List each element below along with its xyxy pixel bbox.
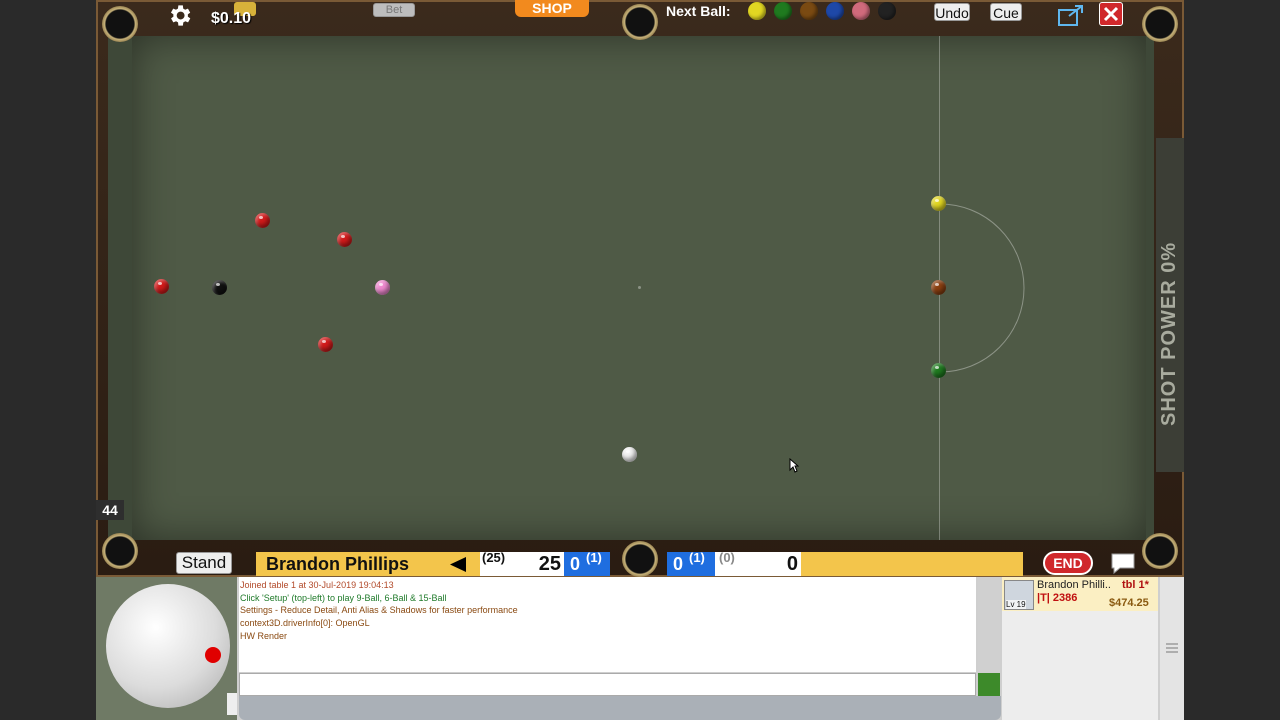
player-list-scrollbar[interactable] bbox=[1160, 577, 1184, 720]
red-ball bbox=[154, 279, 169, 294]
spin-panel-scroll-handle[interactable] bbox=[227, 693, 237, 715]
player2-bar bbox=[801, 552, 1023, 576]
mouse-cursor-icon bbox=[789, 458, 799, 473]
player2-break: (0) bbox=[719, 550, 735, 565]
player-level: Lv 19 bbox=[1006, 600, 1026, 609]
next-ball-label: Next Ball: bbox=[666, 3, 731, 19]
stand-button[interactable]: Stand bbox=[176, 552, 232, 574]
shot-power-meter[interactable]: SHOT POWER 0% bbox=[1156, 138, 1184, 472]
pink-ball bbox=[375, 280, 390, 295]
player-list: Lv 19 Brandon Philli.. tbl 1* |T| 2386 $… bbox=[1002, 577, 1158, 720]
player-card[interactable]: Lv 19 Brandon Philli.. tbl 1* |T| 2386 $… bbox=[1002, 577, 1158, 611]
yellow-ball bbox=[931, 196, 946, 211]
player2-frames-box: 0 (1) bbox=[667, 550, 715, 576]
player2-frames-paren: (1) bbox=[689, 550, 705, 565]
shot-counter: 44 bbox=[96, 500, 124, 520]
shop-button[interactable]: SHOP bbox=[515, 0, 589, 17]
spin-aim-dot[interactable] bbox=[205, 647, 221, 663]
spin-cue-ball[interactable] bbox=[106, 584, 230, 708]
player1-bar: Brandon Phillips bbox=[256, 552, 480, 576]
chat-line: Joined table 1 at 30-Jul-2019 19:04:13 bbox=[240, 580, 394, 590]
player1-name: Brandon Phillips bbox=[266, 554, 410, 574]
snooker-game-window: $0.10 Bet SHOP Next Ball: Undo Cue SHOT … bbox=[96, 0, 1184, 720]
next-ball-list bbox=[740, 2, 896, 20]
player-card-money: $474.25 bbox=[1109, 597, 1149, 609]
red-ball bbox=[255, 213, 270, 228]
player2-score-box: (0) 0 bbox=[715, 550, 801, 576]
chat-footer bbox=[239, 696, 1001, 720]
chat-input[interactable] bbox=[239, 673, 976, 696]
money-balance: $0.10 bbox=[211, 10, 252, 27]
popout-window-icon[interactable] bbox=[1057, 4, 1085, 28]
player-card-table: tbl 1* bbox=[1122, 579, 1149, 591]
player1-frames: 0 bbox=[570, 554, 581, 574]
scoreboard: Stand Brandon Phillips (25) 25 0 (1) 0 (… bbox=[96, 548, 1184, 576]
green-ball bbox=[931, 363, 946, 378]
left-cushion bbox=[108, 36, 132, 540]
player1-frames-paren: (1) bbox=[586, 550, 602, 565]
bottom-panel: Joined table 1 at 30-Jul-2019 19:04:13 C… bbox=[96, 577, 1184, 720]
avatar: Lv 19 bbox=[1004, 580, 1034, 610]
next-ball-pink bbox=[852, 2, 870, 20]
red-ball bbox=[337, 232, 352, 247]
next-ball-brown bbox=[800, 2, 818, 20]
player1-score-box: (25) 25 bbox=[480, 550, 564, 576]
drag-handle-icon[interactable] bbox=[1165, 641, 1179, 655]
chat-bubble-icon[interactable] bbox=[1109, 551, 1137, 575]
chat-send-button[interactable] bbox=[978, 673, 1000, 696]
close-button[interactable] bbox=[1099, 2, 1123, 26]
next-ball-black bbox=[878, 2, 896, 20]
chat-scrollbar[interactable] bbox=[978, 577, 1000, 672]
player1-score: 25 bbox=[538, 553, 561, 575]
player-card-rank: |T| 2386 bbox=[1037, 592, 1078, 604]
end-button[interactable]: END bbox=[1043, 551, 1093, 575]
player2-score: 0 bbox=[786, 553, 798, 575]
chat-line: Settings - Reduce Detail, Anti Alias & S… bbox=[240, 605, 518, 616]
chat-line: Click 'Setup' (top-left) to play 9-Ball,… bbox=[240, 592, 447, 603]
cue-button[interactable]: Cue bbox=[990, 3, 1022, 21]
top-toolbar: $0.10 Bet SHOP Next Ball: Undo Cue bbox=[96, 0, 1184, 30]
turn-arrow-icon bbox=[450, 557, 466, 572]
close-icon bbox=[1103, 6, 1119, 22]
player1-frames-box: 0 (1) bbox=[564, 550, 610, 576]
gear-icon[interactable] bbox=[166, 2, 193, 29]
shot-power-label: SHOT POWER 0% bbox=[1158, 241, 1180, 426]
undo-button[interactable]: Undo bbox=[934, 3, 970, 21]
brown-ball bbox=[931, 280, 946, 295]
chat-line: context3D.driverInfo[0]: OpenGL bbox=[240, 618, 370, 629]
next-ball-blue bbox=[826, 2, 844, 20]
black-ball bbox=[212, 280, 227, 295]
chat-log: Joined table 1 at 30-Jul-2019 19:04:13 C… bbox=[239, 577, 976, 672]
bet-button[interactable]: Bet bbox=[373, 3, 415, 17]
next-ball-green bbox=[774, 2, 792, 20]
cue-ball[interactable] bbox=[622, 447, 637, 462]
spin-control-panel bbox=[96, 577, 237, 720]
player2-frames: 0 bbox=[673, 554, 684, 574]
chat-line: HW Render bbox=[240, 630, 288, 641]
centre-spot bbox=[638, 286, 641, 289]
red-ball bbox=[318, 337, 333, 352]
next-ball-yellow bbox=[748, 2, 766, 20]
player-card-name: Brandon Philli.. bbox=[1037, 579, 1111, 591]
player1-break: (25) bbox=[482, 550, 506, 565]
